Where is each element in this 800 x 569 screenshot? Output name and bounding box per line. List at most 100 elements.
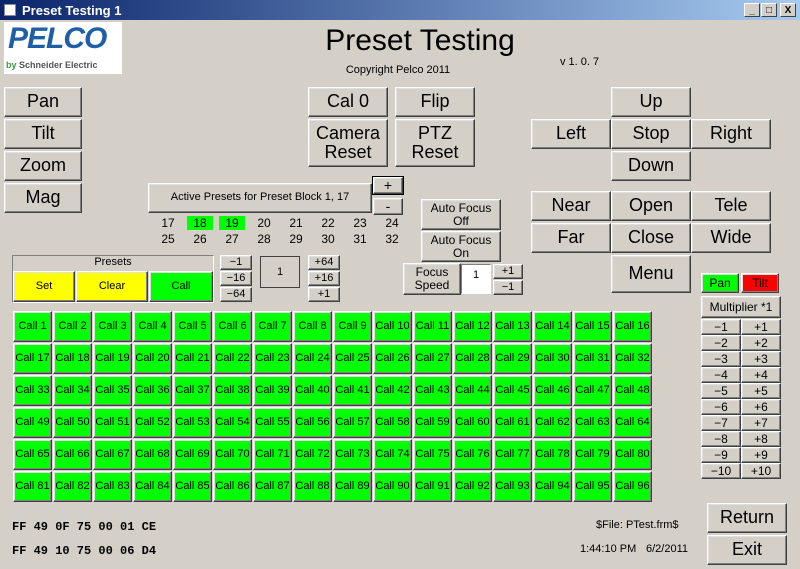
mag-button[interactable]: Mag (4, 183, 82, 213)
multiplier-minus-button[interactable]: −9 (701, 447, 741, 463)
call-preset-button[interactable]: Call 74 (373, 439, 412, 470)
preset-minus-16-button[interactable]: −16 (220, 271, 252, 286)
call-preset-button[interactable]: Call 35 (93, 375, 132, 406)
call-preset-button[interactable]: Call 41 (333, 375, 372, 406)
down-button[interactable]: Down (611, 151, 691, 181)
wide-button[interactable]: Wide (691, 223, 771, 253)
multiplier-plus-button[interactable]: +7 (741, 415, 781, 431)
call-preset-button[interactable]: Call 57 (333, 407, 372, 438)
call-preset-button[interactable]: Call 56 (293, 407, 332, 438)
call-preset-button[interactable]: Call 36 (133, 375, 172, 406)
call-preset-button[interactable]: Call 44 (453, 375, 492, 406)
pan-button[interactable]: Pan (4, 87, 82, 117)
multiplier-plus-button[interactable]: +3 (741, 351, 781, 367)
focus-speed-plus-button[interactable]: +1 (493, 264, 523, 279)
call-preset-button[interactable]: Call 49 (13, 407, 52, 438)
maximize-button[interactable]: □ (761, 3, 777, 17)
up-button[interactable]: Up (611, 87, 691, 117)
call-preset-button[interactable]: Call 76 (453, 439, 492, 470)
multiplier-minus-button[interactable]: −7 (701, 415, 741, 431)
far-button[interactable]: Far (531, 223, 611, 253)
call-preset-button[interactable]: Call 46 (533, 375, 572, 406)
call-preset-button[interactable]: Call 12 (453, 311, 492, 342)
call-preset-button[interactable]: Call 59 (413, 407, 452, 438)
call-preset-button[interactable]: Call 13 (493, 311, 532, 342)
multiplier-minus-button[interactable]: −3 (701, 351, 741, 367)
call-preset-button[interactable]: Call 19 (93, 343, 132, 374)
multiplier-minus-button[interactable]: −1 (701, 319, 741, 335)
call-preset-button[interactable]: Call 21 (173, 343, 212, 374)
multiplier-plus-button[interactable]: +4 (741, 367, 781, 383)
call-preset-button[interactable]: Call 6 (213, 311, 252, 342)
call-preset-button[interactable]: Call 7 (253, 311, 292, 342)
preset-value-field[interactable]: 1 (260, 256, 300, 288)
call-preset-button[interactable]: Call 85 (173, 471, 212, 502)
call-preset-button[interactable]: Call 82 (53, 471, 92, 502)
call-preset-button[interactable]: Call 27 (413, 343, 452, 374)
call-preset-button[interactable]: Call 71 (253, 439, 292, 470)
call-preset-button[interactable]: Call 61 (493, 407, 532, 438)
multiplier-minus-button[interactable]: −10 (701, 463, 741, 479)
call-preset-button[interactable]: Call 96 (613, 471, 652, 502)
call-preset-button[interactable]: Call 84 (133, 471, 172, 502)
call-preset-button[interactable]: Call 28 (453, 343, 492, 374)
call-preset-button[interactable]: Call 89 (333, 471, 372, 502)
call-preset-button[interactable]: Call 2 (53, 311, 92, 342)
call-preset-button[interactable]: Call 31 (573, 343, 612, 374)
multiplier-plus-button[interactable]: +10 (741, 463, 781, 479)
call-preset-button[interactable]: Call 63 (573, 407, 612, 438)
call-preset-button[interactable]: Call 72 (293, 439, 332, 470)
preset-block-minus-button[interactable]: - (373, 198, 403, 215)
call-preset-button[interactable]: Call 69 (173, 439, 212, 470)
call-preset-button[interactable]: Call 73 (333, 439, 372, 470)
call-preset-button[interactable]: Call 34 (53, 375, 92, 406)
tilt-mode-button[interactable]: Tilt (741, 273, 779, 293)
call-preset-button[interactable]: Call 78 (533, 439, 572, 470)
stop-button[interactable]: Stop (611, 119, 691, 149)
multiplier-plus-button[interactable]: +6 (741, 399, 781, 415)
call-preset-button[interactable]: Call 32 (613, 343, 652, 374)
call-preset-button[interactable]: Call 3 (93, 311, 132, 342)
multiplier-minus-button[interactable]: −6 (701, 399, 741, 415)
close-button[interactable]: X (780, 3, 796, 17)
call-preset-button[interactable]: Call 17 (13, 343, 52, 374)
multiplier-minus-button[interactable]: −5 (701, 383, 741, 399)
call-preset-button[interactable]: Call 22 (213, 343, 252, 374)
flip-button[interactable]: Flip (395, 87, 475, 117)
call-preset-button[interactable]: Call 16 (613, 311, 652, 342)
call-preset-button[interactable]: Call 38 (213, 375, 252, 406)
preset-clear-button[interactable]: Clear (76, 271, 148, 302)
camera-reset-button[interactable]: Camera Reset (308, 119, 388, 167)
call-preset-button[interactable]: Call 5 (173, 311, 212, 342)
call-preset-button[interactable]: Call 33 (13, 375, 52, 406)
call-preset-button[interactable]: Call 86 (213, 471, 252, 502)
call-preset-button[interactable]: Call 25 (333, 343, 372, 374)
call-preset-button[interactable]: Call 10 (373, 311, 412, 342)
call-preset-button[interactable]: Call 70 (213, 439, 252, 470)
multiplier-minus-button[interactable]: −4 (701, 367, 741, 383)
preset-plus-1-button[interactable]: +1 (308, 287, 340, 302)
call-preset-button[interactable]: Call 24 (293, 343, 332, 374)
cal0-button[interactable]: Cal 0 (308, 87, 388, 117)
focus-speed-field[interactable]: 1 (461, 264, 491, 294)
call-preset-button[interactable]: Call 42 (373, 375, 412, 406)
call-preset-button[interactable]: Call 9 (333, 311, 372, 342)
call-preset-button[interactable]: Call 91 (413, 471, 452, 502)
open-button[interactable]: Open (611, 191, 691, 221)
call-preset-button[interactable]: Call 4 (133, 311, 172, 342)
call-preset-button[interactable]: Call 45 (493, 375, 532, 406)
call-preset-button[interactable]: Call 93 (493, 471, 532, 502)
call-preset-button[interactable]: Call 64 (613, 407, 652, 438)
multiplier-minus-button[interactable]: −8 (701, 431, 741, 447)
call-preset-button[interactable]: Call 65 (13, 439, 52, 470)
call-preset-button[interactable]: Call 62 (533, 407, 572, 438)
right-button[interactable]: Right (691, 119, 771, 149)
call-preset-button[interactable]: Call 54 (213, 407, 252, 438)
call-preset-button[interactable]: Call 50 (53, 407, 92, 438)
call-preset-button[interactable]: Call 26 (373, 343, 412, 374)
call-preset-button[interactable]: Call 20 (133, 343, 172, 374)
call-preset-button[interactable]: Call 29 (493, 343, 532, 374)
call-preset-button[interactable]: Call 37 (173, 375, 212, 406)
preset-block-plus-button[interactable]: + (372, 176, 404, 195)
call-preset-button[interactable]: Call 68 (133, 439, 172, 470)
